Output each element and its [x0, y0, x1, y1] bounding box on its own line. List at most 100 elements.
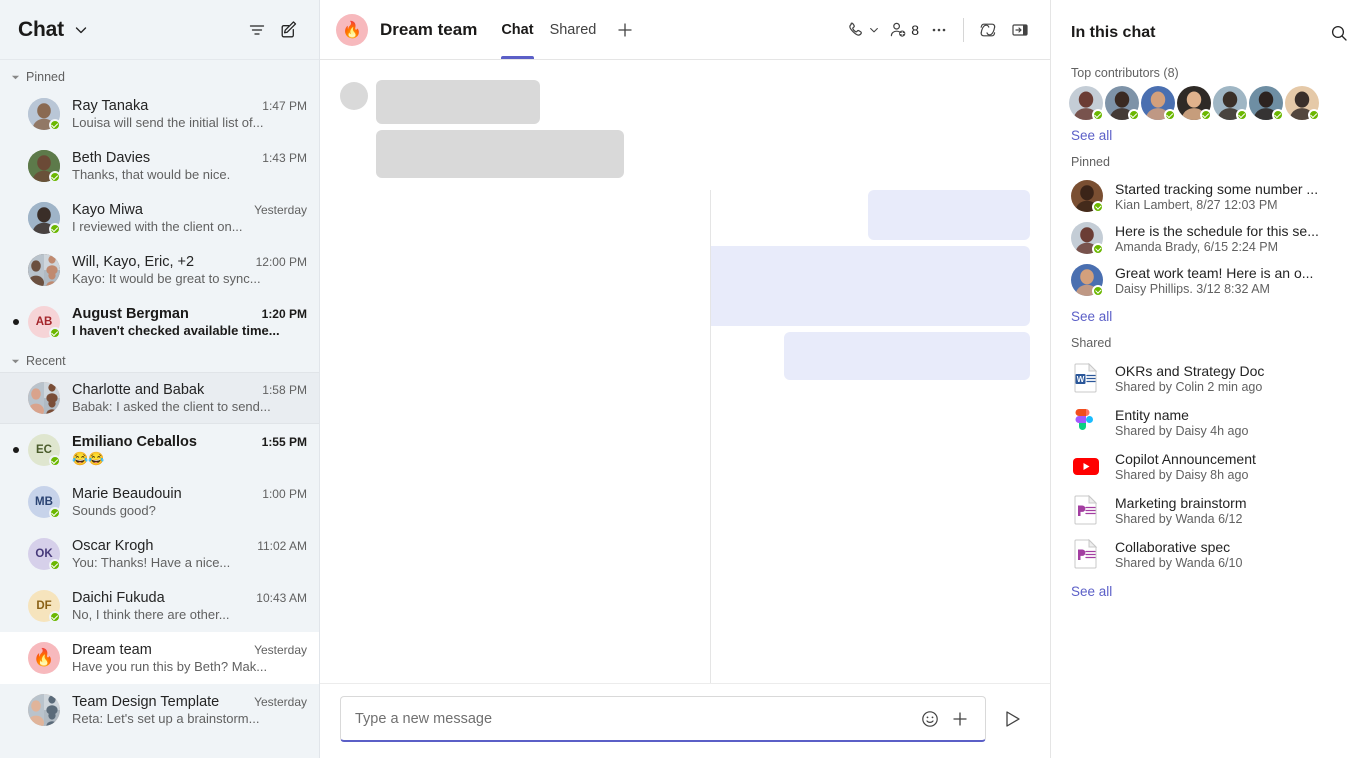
message-list: [320, 60, 1050, 683]
add-person-icon: [891, 22, 906, 37]
tab-chat[interactable]: Chat: [493, 1, 541, 59]
presence-available-badge: [1092, 243, 1104, 255]
chat-item-preview: Louisa will send the initial list of...: [72, 115, 264, 130]
chat-item-name: Oscar Krogh: [72, 538, 154, 554]
send-icon[interactable]: [996, 702, 1030, 736]
youtube-video-icon: [1071, 450, 1101, 482]
composer-input-box[interactable]: [340, 696, 986, 742]
shared-file-title: Copilot Announcement: [1115, 450, 1256, 467]
chat-item-preview: You: Thanks! Have a nice...: [72, 555, 231, 570]
chat-item-name: Ray Tanaka: [72, 98, 149, 114]
avatar: [28, 98, 61, 131]
chat-list-item[interactable]: MB Marie Beaudouin 1:00 PM Sounds good?: [0, 476, 319, 528]
shared-file-item[interactable]: Collaborative spec Shared by Wanda 6/10: [1051, 532, 1370, 576]
chat-item-time: Yesterday: [254, 643, 307, 657]
top-contributors-label: Top contributors (8): [1071, 66, 1179, 80]
chat-item-time: Yesterday: [254, 695, 307, 709]
presence-available-badge: [49, 507, 61, 519]
plus-icon[interactable]: [610, 15, 640, 45]
chat-item-time: 12:00 PM: [255, 255, 307, 269]
chat-list-item[interactable]: Will, Kayo, Eric, +2 12:00 PM Kayo: It wou…: [0, 244, 319, 296]
shared-file-item[interactable]: Marketing brainstorm Shared by Wanda 6/12: [1051, 488, 1370, 532]
message-group: [340, 80, 1030, 178]
shared-file-title: Collaborative spec: [1115, 538, 1231, 555]
chat-item-name: Will, Kayo, Eric, +2: [72, 254, 195, 270]
call-button[interactable]: [841, 14, 884, 46]
avatar: [28, 694, 60, 726]
compose-new-chat-icon[interactable]: [273, 14, 305, 46]
avatar: [1071, 264, 1104, 297]
chat-group-header[interactable]: Pinned: [0, 64, 319, 88]
pinned-message-title: Started tracking some number ...: [1115, 180, 1319, 197]
filter-icon[interactable]: [241, 14, 273, 46]
copilot-icon[interactable]: [972, 14, 1004, 46]
avatar: [28, 150, 61, 183]
contributor-avatar[interactable]: [1213, 86, 1248, 121]
chat-list-item[interactable]: EC Emiliano Ceballos 1:55 PM 😂😂: [0, 424, 319, 476]
contributor-avatar[interactable]: [1285, 86, 1320, 121]
pinned-message-item[interactable]: Started tracking some number ... Kian Lam…: [1051, 175, 1370, 217]
shared-file-title: Entity name: [1115, 406, 1189, 423]
chat-item-time: 1:55 PM: [261, 434, 307, 449]
presence-available-badge: [49, 559, 61, 571]
contributor-avatar[interactable]: [1177, 86, 1212, 121]
chat-item-name: August Bergman: [72, 306, 189, 322]
pinned-message-item[interactable]: Great work team! Here is an o... Daisy Ph…: [1051, 259, 1370, 301]
chat-item-time: 1:43 PM: [262, 151, 307, 165]
contributors-see-all-link[interactable]: See all: [1051, 120, 1370, 147]
chat-item-time: Yesterday: [254, 203, 307, 217]
presence-available-badge: [1308, 109, 1320, 121]
message-bubbles: [376, 80, 624, 178]
chat-list-item[interactable]: 🔥 Dream team Yesterday Have you run this by…: [0, 632, 319, 684]
chat-group-header[interactable]: Recent: [0, 348, 319, 372]
chat-item-name: Beth Davies: [72, 150, 151, 166]
pinned-messages-list[interactable]: Started tracking some number ... Kian Lam…: [1051, 175, 1370, 301]
chat-list-item[interactable]: Beth Davies 1:43 PM Thanks, that would be …: [0, 140, 319, 192]
presence-available-badge: [1092, 285, 1104, 297]
add-people-button[interactable]: 8: [884, 14, 923, 46]
presence-available-badge: [1272, 109, 1284, 121]
avatar: DF: [28, 590, 61, 623]
chat-item-name: Marie Beaudouin: [72, 486, 182, 502]
contributor-avatar[interactable]: [1105, 86, 1140, 121]
panel-title: In this chat: [1071, 24, 1156, 41]
toolbar-divider: [963, 17, 964, 42]
shared-files-list[interactable]: W OKRs and Strategy Doc Shared by Colin 2 …: [1051, 356, 1370, 576]
chat-list-item[interactable]: AB August Bergman 1:20 PM I haven't checked…: [0, 296, 319, 348]
chat-list-item[interactable]: Charlotte and Babak 1:58 PM Babak: I asked…: [0, 372, 319, 424]
avatar: MB: [28, 486, 61, 519]
chat-list-item[interactable]: OK Oscar Krogh 11:02 AM You: Thanks! Have a…: [0, 528, 319, 580]
message-bubble-placeholder: [711, 246, 1030, 326]
tab-shared[interactable]: Shared: [542, 1, 605, 59]
chat-list-item[interactable]: Kayo Miwa Yesterday I reviewed with the cl…: [0, 192, 319, 244]
chat-list-item[interactable]: Ray Tanaka 1:47 PM Louisa will send the in…: [0, 88, 319, 140]
shared-file-item[interactable]: Copilot Announcement Shared by Daisy 8h a…: [1051, 444, 1370, 488]
chat-item-time: 1:47 PM: [262, 99, 307, 113]
attach-plus-icon[interactable]: [945, 704, 975, 734]
contributor-avatar[interactable]: [1141, 86, 1176, 121]
contributor-avatar[interactable]: [1249, 86, 1284, 121]
presence-available-badge: [49, 611, 61, 623]
pinned-see-all-link[interactable]: See all: [1051, 301, 1370, 328]
more-options-icon[interactable]: [923, 14, 955, 46]
shared-see-all-link[interactable]: See all: [1051, 576, 1370, 603]
presence-available-badge: [1236, 109, 1248, 121]
shared-file-title: OKRs and Strategy Doc: [1115, 362, 1265, 379]
contributor-avatar[interactable]: [1069, 86, 1104, 121]
avatar: [28, 382, 60, 414]
shared-file-item[interactable]: W OKRs and Strategy Doc Shared by Colin 2 …: [1051, 356, 1370, 400]
emoji-icon[interactable]: [915, 704, 945, 734]
chat-group-label: Recent: [26, 354, 66, 368]
shared-file-item[interactable]: Entity name Shared by Daisy 4h ago: [1051, 400, 1370, 444]
chat-list-item[interactable]: DF Daichi Fukuda 10:43 AM No, I think there…: [0, 580, 319, 632]
chat-list-item[interactable]: Team Design Template Yesterday Reta: Let's…: [0, 684, 319, 736]
pinned-message-item[interactable]: Here is the schedule for this se... Amand…: [1051, 217, 1370, 259]
message-input[interactable]: [355, 697, 915, 740]
chevron-down-icon[interactable]: [73, 22, 89, 38]
chat-item-preview: Thanks, that would be nice.: [72, 167, 231, 182]
search-icon[interactable]: [1324, 18, 1354, 48]
chat-list[interactable]: Pinned Ray Tanaka 1:47 PM Louisa will send …: [0, 60, 319, 758]
top-contributors-list[interactable]: [1051, 86, 1370, 121]
chat-item-name: Daichi Fukuda: [72, 590, 165, 606]
open-side-panel-icon[interactable]: [1004, 14, 1036, 46]
